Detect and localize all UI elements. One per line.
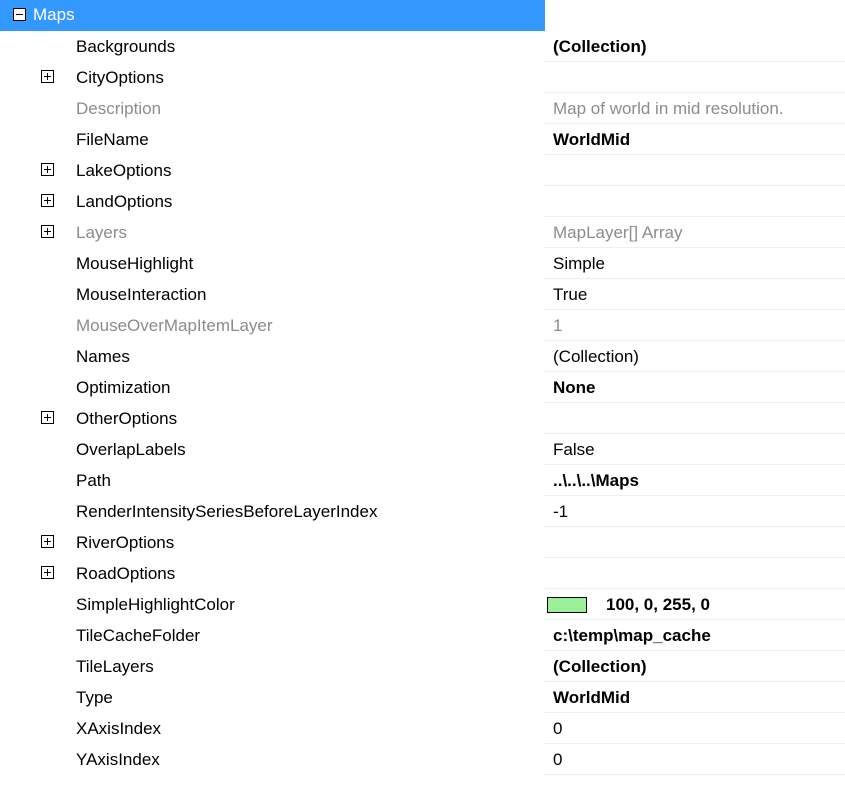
property-name[interactable]: MouseOverMapItemLayer <box>76 310 273 341</box>
property-value[interactable]: 100, 0, 255, 0 <box>606 589 710 620</box>
property-row[interactable]: Layers MapLayer[] Array <box>0 217 845 248</box>
property-value[interactable]: (Collection) <box>553 651 647 682</box>
property-name[interactable]: Optimization <box>76 372 170 403</box>
property-name[interactable]: Layers <box>76 217 127 248</box>
property-name[interactable]: SimpleHighlightColor <box>76 589 235 620</box>
category-row-maps[interactable]: Maps <box>0 0 845 31</box>
property-value[interactable]: (Collection) <box>553 31 647 62</box>
property-row[interactable]: MouseInteraction True <box>0 279 845 310</box>
property-grid: Maps Backgrounds (Collection) CityOptions D… <box>0 0 845 775</box>
property-row[interactable]: LandOptions <box>0 186 845 217</box>
expand-icon[interactable] <box>41 535 54 548</box>
property-name[interactable]: RoadOptions <box>76 558 175 589</box>
property-row[interactable]: YAxisIndex 0 <box>0 744 845 775</box>
property-value[interactable]: (Collection) <box>553 341 639 372</box>
property-value: 1 <box>553 316 563 335</box>
property-value[interactable]: ..\..\..\Maps <box>553 465 639 496</box>
property-value: MapLayer[] Array <box>553 223 683 242</box>
property-name[interactable]: OtherOptions <box>76 403 177 434</box>
property-name[interactable]: MouseInteraction <box>76 279 206 310</box>
expand-icon[interactable] <box>41 566 54 579</box>
category-header[interactable]: Maps <box>0 0 545 31</box>
property-value[interactable]: -1 <box>553 496 568 527</box>
property-name[interactable]: OverlapLabels <box>76 434 186 465</box>
property-name[interactable]: XAxisIndex <box>76 713 161 744</box>
property-row[interactable]: RoadOptions <box>0 558 845 589</box>
property-name[interactable]: RenderIntensitySeriesBeforeLayerIndex <box>76 496 377 527</box>
property-name[interactable]: Description <box>76 93 161 124</box>
property-row[interactable]: Path ..\..\..\Maps <box>0 465 845 496</box>
property-name[interactable]: Backgrounds <box>76 31 175 62</box>
property-value: Map of world in mid resolution. <box>553 99 784 118</box>
property-row[interactable]: LakeOptions <box>0 155 845 186</box>
property-row[interactable]: TileLayers (Collection) <box>0 651 845 682</box>
property-rows: Backgrounds (Collection) CityOptions Descri… <box>0 31 845 775</box>
property-value[interactable]: Simple <box>553 248 605 279</box>
property-row[interactable]: OtherOptions <box>0 403 845 434</box>
property-row[interactable]: Backgrounds (Collection) <box>0 31 845 62</box>
property-row[interactable]: FileName WorldMid <box>0 124 845 155</box>
category-label: Maps <box>33 5 75 24</box>
property-row[interactable]: MouseHighlight Simple <box>0 248 845 279</box>
property-name[interactable]: CityOptions <box>76 62 164 93</box>
collapse-icon[interactable] <box>13 8 26 21</box>
property-name[interactable]: RiverOptions <box>76 527 174 558</box>
property-row[interactable]: Optimization None <box>0 372 845 403</box>
property-value[interactable]: WorldMid <box>553 124 630 155</box>
property-value[interactable]: c:\temp\map_cache <box>553 620 711 651</box>
property-row[interactable]: SimpleHighlightColor 100, 0, 255, 0 <box>0 589 845 620</box>
property-value[interactable]: True <box>553 279 587 310</box>
expand-icon[interactable] <box>41 194 54 207</box>
property-row[interactable]: MouseOverMapItemLayer 1 <box>0 310 845 341</box>
property-value[interactable]: False <box>553 434 595 465</box>
property-row[interactable]: OverlapLabels False <box>0 434 845 465</box>
property-value[interactable]: WorldMid <box>553 682 630 713</box>
property-row[interactable]: XAxisIndex 0 <box>0 713 845 744</box>
property-name[interactable]: Names <box>76 341 130 372</box>
property-row[interactable]: RenderIntensitySeriesBeforeLayerIndex -1 <box>0 496 845 527</box>
property-row[interactable]: Names (Collection) <box>0 341 845 372</box>
property-value[interactable]: None <box>553 372 596 403</box>
property-name[interactable]: TileLayers <box>76 651 154 682</box>
property-value[interactable]: 0 <box>553 713 562 744</box>
property-row[interactable]: RiverOptions <box>0 527 845 558</box>
property-name[interactable]: TileCacheFolder <box>76 620 200 651</box>
property-name[interactable]: Path <box>76 465 111 496</box>
property-row[interactable]: Type WorldMid <box>0 682 845 713</box>
property-name[interactable]: YAxisIndex <box>76 744 160 775</box>
property-name[interactable]: LakeOptions <box>76 155 171 186</box>
property-name[interactable]: MouseHighlight <box>76 248 193 279</box>
expand-icon[interactable] <box>41 411 54 424</box>
expand-icon[interactable] <box>41 70 54 83</box>
expand-icon[interactable] <box>41 163 54 176</box>
expand-icon[interactable] <box>41 225 54 238</box>
color-swatch <box>547 597 587 613</box>
property-row[interactable]: CityOptions <box>0 62 845 93</box>
property-name[interactable]: FileName <box>76 124 149 155</box>
property-name[interactable]: Type <box>76 682 113 713</box>
property-row[interactable]: TileCacheFolder c:\temp\map_cache <box>0 620 845 651</box>
property-value[interactable]: 0 <box>553 744 562 775</box>
property-row[interactable]: Description Map of world in mid resolutio… <box>0 93 845 124</box>
property-name[interactable]: LandOptions <box>76 186 172 217</box>
